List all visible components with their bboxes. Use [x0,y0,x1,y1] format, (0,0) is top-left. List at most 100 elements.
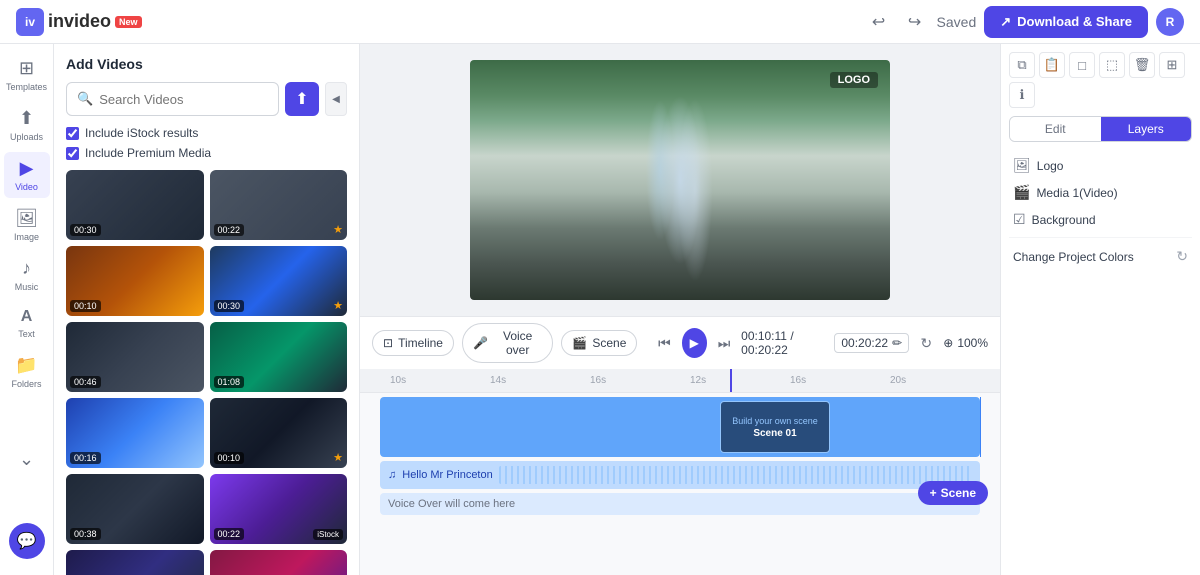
list-item[interactable]: 00:30★ [210,246,348,316]
audio-label: Hello Mr Princeton [402,469,492,481]
chat-icon: 💬 [17,531,37,551]
download-share-button[interactable]: ↗ Download & Share [984,6,1148,38]
sidebar-item-more[interactable]: ⌄ [4,443,50,476]
scene-track[interactable]: Build your own scene Scene 01 [380,397,980,457]
sidebar-item-folders[interactable]: 📁 Folders [4,349,50,395]
left-nav: ⊞ Templates ⬆ Uploads ▶ Video 🖼 Image ♪ … [0,44,54,575]
media1-layer-icon: 🎬 [1013,184,1030,201]
change-project-colors[interactable]: Change Project Colors ↻ [1009,242,1192,271]
uploads-icon: ⬆ [19,108,34,129]
list-item[interactable]: 01:09 [66,550,204,575]
divider [1009,237,1192,238]
list-item[interactable]: 00:22iStock [210,474,348,544]
download-icon: ↗ [1000,14,1011,30]
sidebar-item-text[interactable]: A Text [4,302,50,345]
upload-button[interactable]: ⬆ [285,82,319,116]
redo-button[interactable]: ↪ [901,8,929,36]
new-badge: New [115,16,142,28]
list-item[interactable]: 00:16 [66,398,204,468]
list-item[interactable]: 00:46 [66,322,204,392]
folders-icon: 📁 [15,355,37,376]
playhead[interactable] [730,369,732,392]
rp-toolbar: ⧉ 📋 □ ⬚ 🗑 ⊞ ℹ [1009,52,1192,108]
delete-tool-button[interactable]: 🗑 [1129,52,1155,78]
logo-icon: iv [16,8,44,36]
voiceover-track[interactable]: Voice Over will come here [380,493,980,515]
music-label: Music [15,282,39,292]
sidebar-item-image[interactable]: 🖼 Image [4,202,50,248]
search-input[interactable] [99,92,268,107]
list-item[interactable]: 00:30 [66,170,204,240]
istock-label: Include iStock results [85,126,198,140]
istock-checkbox[interactable] [66,127,79,140]
frame-tool-button[interactable]: ⬚ [1099,52,1125,78]
music-icon: ♪ [22,258,31,279]
uploads-label: Uploads [10,132,43,142]
image-icon: 🖼 [15,208,38,229]
text-icon: A [21,308,33,326]
sidebar-title: Add Videos [66,56,347,72]
more-icon: ⌄ [19,449,34,470]
video-grid: 00:30 00:22★ 00:10 00:30★ 00:46 01:08 00… [66,170,347,575]
skip-forward-button[interactable]: ⏭ [713,330,735,356]
center-panel: LOGO ⊡ Timeline 🎤 Voice over 🎬 Scene ⏮ ▶… [360,44,1000,575]
list-item[interactable]: 00:10★ [210,398,348,468]
sidebar-item-video[interactable]: ▶ Video [4,152,50,198]
topbar-center: ↩ ↪ Saved ↗ Download & Share R [865,6,1184,38]
istock-checkbox-row: Include iStock results [66,126,347,140]
sidebar-item-templates[interactable]: ⊞ Templates [4,52,50,98]
topbar: iv invideo New ↩ ↪ Saved ↗ Download & Sh… [0,0,1200,44]
collapse-sidebar-button[interactable]: ◀ [325,82,347,116]
sidebar-item-uploads[interactable]: ⬆ Uploads [4,102,50,148]
list-item[interactable]: 00:22★ [210,170,348,240]
list-item[interactable]: 00:10 [66,246,204,316]
paste-tool-button[interactable]: 📋 [1039,52,1065,78]
search-box-container: 🔍 [66,82,279,116]
time-input[interactable]: 00:20:22 ✏ [834,333,909,353]
grid-tool-button[interactable]: ⊞ [1159,52,1185,78]
add-scene-button[interactable]: + Scene [918,481,988,505]
scene-tab[interactable]: 🎬 Scene [561,330,637,356]
voiceover-tab-icon: 🎤 [473,336,488,350]
right-panel: ⧉ 📋 □ ⬚ 🗑 ⊞ ℹ Edit Layers 🖼 Logo 🎬 Media… [1000,44,1200,575]
copy-tool-button[interactable]: ⧉ [1009,52,1035,78]
edit-time-value: 00:20:22 [841,336,888,350]
zoom-display: ⊕ 100% [943,336,988,350]
premium-label: Include Premium Media [85,146,211,160]
add-scene-icon: + [930,486,937,500]
layer-media1[interactable]: 🎬 Media 1(Video) [1009,179,1192,206]
total-time-value: 00:20:22 [741,343,788,357]
change-colors-label: Change Project Colors [1013,250,1134,264]
list-item[interactable]: 01:08 [210,322,348,392]
voiceover-tab-label: Voice over [493,329,543,357]
zoom-value: 100% [957,336,988,350]
timeline-tracks: 00:20:22 ✏ ↻ ⧉ ✂ ⊡ Timeline Build your o… [360,393,1000,575]
video-icon: ▶ [20,158,34,179]
square-tool-button[interactable]: □ [1069,52,1095,78]
avatar[interactable]: R [1156,8,1184,36]
skip-back-button[interactable]: ⏮ [653,330,675,356]
audio-waveform [499,466,972,484]
play-button[interactable]: ▶ [682,328,708,358]
audio-track[interactable]: ♫ Hello Mr Princeton [380,461,980,489]
timeline-controls-bar: ⊡ Timeline 🎤 Voice over 🎬 Scene ⏮ ▶ ⏭ 00… [360,316,1000,369]
layer-background[interactable]: ☑ Background [1009,206,1192,233]
info-tool-button[interactable]: ℹ [1009,82,1035,108]
image-label: Image [14,232,39,242]
list-item[interactable]: 00:38 [66,474,204,544]
premium-checkbox[interactable] [66,147,79,160]
current-time: 00:10:11 / 00:20:22 [741,329,828,357]
add-scene-label: Scene [941,486,976,500]
ruler-mark-10s: 10s [390,375,406,386]
tab-edit[interactable]: Edit [1010,117,1101,141]
templates-icon: ⊞ [19,58,34,79]
undo-button[interactable]: ↩ [865,8,893,36]
tab-layers[interactable]: Layers [1101,117,1192,141]
chat-button[interactable]: 💬 [9,523,45,559]
layer-logo[interactable]: 🖼 Logo [1009,152,1192,179]
voiceover-tab[interactable]: 🎤 Voice over [462,323,553,363]
timeline-tab[interactable]: ⊡ Timeline [372,330,454,356]
refresh-button[interactable]: ↻ [915,330,937,356]
list-item[interactable]: 01:15 [210,550,348,575]
sidebar-item-music[interactable]: ♪ Music [4,252,50,298]
